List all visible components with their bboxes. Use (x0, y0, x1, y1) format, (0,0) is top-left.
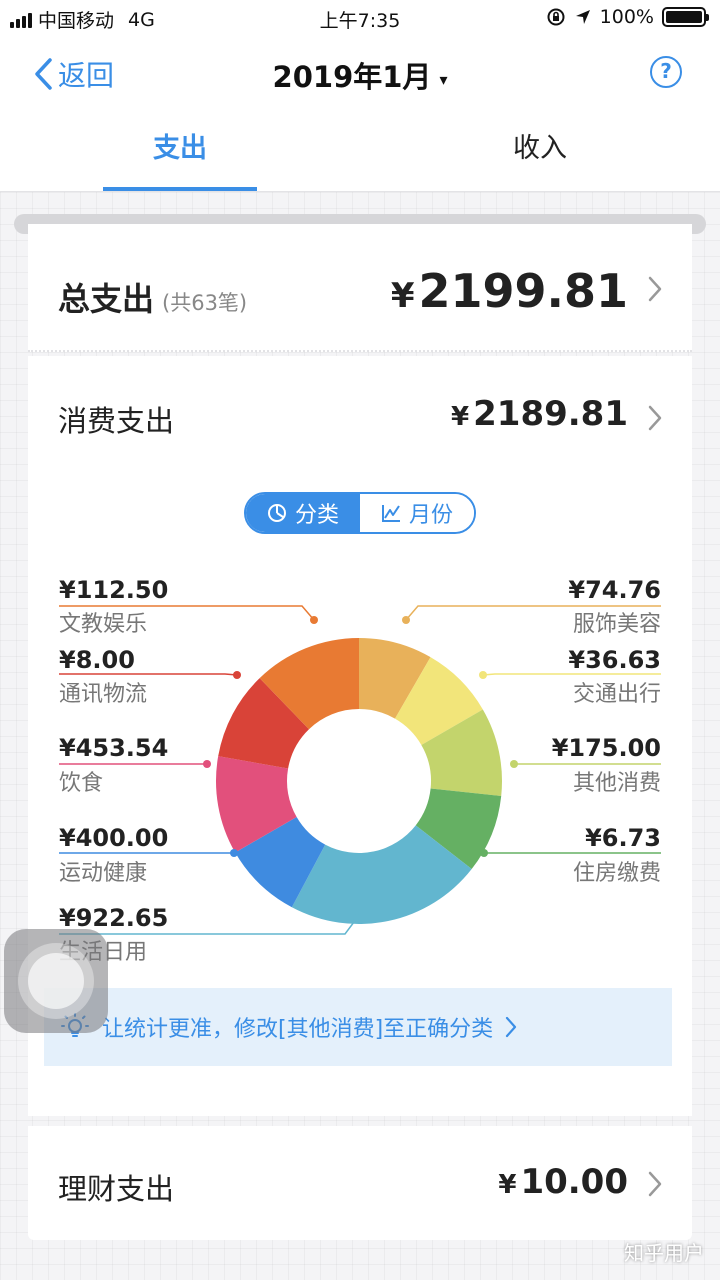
category-amount-label: ¥175.00 (552, 734, 661, 762)
pie-icon (267, 504, 286, 522)
total-expense-amount: ¥2199.81 (390, 264, 628, 318)
finance-label: 理财支出 (58, 1172, 175, 1206)
tip-text: 让统计更准，修改[其他消费]至正确分类 (102, 1017, 494, 1042)
consumption-card: 消费支出 ¥2189.81 分类 月份 ¥74.76 服饰美容 ¥36.63 交通出行… (28, 356, 692, 1116)
leader-dot (233, 671, 241, 679)
tab-bar: 支出 收入 (0, 112, 720, 192)
tab-income[interactable]: 收入 (460, 126, 620, 165)
leader-line (59, 673, 238, 676)
status-bar: 中国移动 4G 上午7:35 100% (0, 0, 720, 36)
leader-dot (402, 616, 410, 624)
category-name-label: 文教娱乐 (59, 612, 147, 637)
category-amount-label: ¥8.00 (59, 646, 135, 674)
month-title: 2019年1月 (272, 60, 432, 94)
status-right: 100% (546, 6, 709, 28)
category-amount-label: ¥36.63 (568, 646, 661, 674)
category-amount-label: ¥453.54 (59, 734, 168, 762)
leader-dot (480, 849, 488, 857)
category-amount-label: ¥74.76 (568, 576, 661, 604)
category-name-label: 运动健康 (59, 861, 147, 886)
category-amount-label: ¥6.73 (585, 824, 661, 852)
nav-bar: 返回 2019年1月 ▾ ? (0, 36, 720, 112)
chevron-right-icon (648, 276, 662, 302)
category-name-label: 服饰美容 (573, 612, 661, 637)
view-toggle: 分类 月份 (244, 492, 476, 534)
leader-dot (310, 616, 318, 624)
orientation-lock-icon (547, 8, 565, 26)
tab-indicator (103, 187, 257, 191)
category-amount-label: ¥922.65 (59, 904, 168, 932)
category-donut-chart: ¥74.76 服饰美容 ¥36.63 交通出行 ¥175.00 其他消费 ¥6.73 住房缴费… (59, 576, 661, 965)
consumption-amount: ¥2189.81 (451, 394, 628, 434)
tab-expense[interactable]: 支出 (100, 126, 260, 165)
toggle-category[interactable]: 分类 (246, 494, 360, 532)
leader-dot (203, 760, 211, 768)
category-name-label: 饮食 (59, 771, 103, 796)
battery-percent: 100% (599, 6, 654, 28)
category-name-label: 其他消费 (573, 771, 661, 796)
help-icon[interactable]: ? (650, 56, 682, 88)
category-name-label: 通讯物流 (59, 682, 147, 707)
chevron-right-icon (648, 1171, 662, 1197)
consumption-label: 消费支出 (58, 404, 175, 438)
finance-amount: ¥10.00 (498, 1162, 628, 1202)
assistive-touch-button[interactable] (4, 929, 108, 1033)
line-chart-icon (381, 505, 400, 522)
category-name-label: 住房缴费 (573, 861, 661, 886)
total-expense-label: 总支出 (共63笔) (58, 280, 248, 318)
watermark: 知乎用户 (624, 1241, 704, 1265)
leader-dot (353, 914, 361, 922)
leader-dot (510, 760, 518, 768)
total-expense-row[interactable]: 总支出 (共63笔) ¥2199.81 (28, 224, 692, 352)
category-amount-label: ¥112.50 (59, 576, 168, 604)
battery-icon (662, 7, 709, 27)
reclassify-tip[interactable]: 让统计更准，修改[其他消费]至正确分类 (44, 988, 672, 1066)
category-amount-label: ¥400.00 (59, 824, 168, 852)
leader-dot (230, 849, 238, 857)
dropdown-caret-icon: ▾ (439, 69, 448, 89)
transaction-count: (共63笔) (162, 291, 248, 315)
leader-dot (479, 671, 487, 679)
location-icon (575, 10, 590, 24)
month-picker[interactable]: 2019年1月 ▾ (0, 54, 720, 96)
toggle-month[interactable]: 月份 (360, 494, 474, 532)
category-name-label: 交通出行 (573, 682, 661, 707)
leader-line (482, 673, 661, 676)
finance-expense-row[interactable]: 理财支出 ¥10.00 (28, 1126, 692, 1240)
chevron-right-icon (648, 405, 662, 431)
chevron-right-icon (506, 1016, 517, 1038)
